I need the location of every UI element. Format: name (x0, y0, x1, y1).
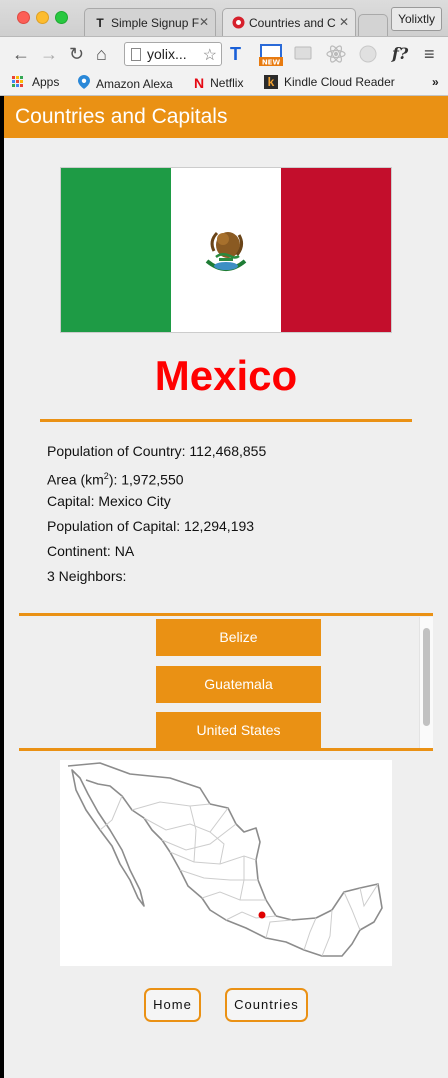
bookmark-apps[interactable]: Apps (12, 75, 59, 89)
forward-arrow-icon[interactable]: → (40, 45, 58, 63)
menu-icon[interactable]: ≡ (424, 44, 435, 64)
sync-extension-icon[interactable] (358, 44, 378, 70)
bookmark-label: Netflix (210, 76, 244, 90)
profile-button[interactable]: Yolixtly (391, 7, 442, 31)
t-extension-icon[interactable]: T (230, 44, 241, 64)
close-icon[interactable]: ✕ (339, 15, 349, 29)
minimize-window-button[interactable] (36, 11, 49, 24)
bookmark-label: Kindle Cloud Reader (284, 75, 395, 89)
kindle-icon: k (264, 75, 278, 89)
country-info: Population of Country: 112,468,855 Area … (47, 441, 266, 591)
tab-countries-and-capitals[interactable]: Countries and C ✕ (222, 8, 356, 36)
app-favicon-icon (231, 16, 245, 30)
bookmark-netflix[interactable]: N Netflix (194, 75, 243, 91)
browser-chrome: T Simple Signup F ✕ Countries and C ✕ Yo… (0, 0, 448, 96)
flag-white-stripe (171, 168, 281, 332)
scrollbar-thumb[interactable] (423, 628, 430, 726)
country-flag (60, 167, 392, 333)
continent-text: Continent: NA (47, 543, 135, 559)
tab-strip: T Simple Signup F ✕ Countries and C ✕ Yo… (0, 0, 448, 36)
folder-extension-icon[interactable] (294, 44, 312, 66)
flag-red-stripe (281, 168, 391, 332)
mexico-map-image (67, 762, 383, 957)
divider (19, 613, 433, 616)
population-text: Population of Country: 112,468,855 (47, 443, 267, 459)
location-pin-icon (78, 75, 90, 92)
netflix-logo-icon: N (194, 75, 205, 91)
close-icon[interactable]: ✕ (199, 15, 209, 29)
neighbor-button-united-states[interactable]: United States (156, 712, 321, 749)
capital-population-text: Population of Capital: 12,294,193 (47, 518, 255, 534)
neighbors-scrollbar[interactable] (419, 617, 433, 750)
back-arrow-icon[interactable]: ← (12, 45, 30, 63)
tab-title: Countries and C (249, 15, 336, 30)
divider (19, 748, 433, 751)
neighbors-list[interactable]: Belize Guatemala United States (19, 617, 433, 750)
country-name: Mexico (154, 352, 298, 399)
countries-button[interactable]: Countries (225, 988, 308, 1022)
tab-simple-signup[interactable]: T Simple Signup F ✕ (84, 8, 216, 36)
apps-grid-icon (12, 76, 24, 88)
react-extension-icon[interactable] (326, 44, 346, 70)
app-title: Countries and Capitals (15, 105, 228, 128)
more-bookmarks-chevron-icon[interactable]: » (432, 75, 439, 89)
tab-title: Simple Signup F (111, 15, 200, 30)
capital-marker-icon (258, 911, 266, 919)
reload-icon[interactable]: ↻ (69, 45, 84, 63)
capital-text: Capital: Mexico City (47, 493, 171, 509)
bookmark-star-icon[interactable]: ☆ (203, 45, 217, 65)
signup-favicon-icon: T (96, 15, 104, 30)
bookmark-label: Apps (32, 75, 60, 89)
close-window-button[interactable] (17, 11, 30, 24)
bookmarks-bar: Apps Amazon Alexa N Netflix k Kindle Clo… (0, 70, 448, 96)
divider (40, 419, 412, 422)
neighbors-count-text: 3 Neighbors: (47, 568, 127, 584)
bookmark-amazon-alexa[interactable]: Amazon Alexa (78, 75, 173, 92)
app-header: Countries and Capitals (4, 96, 448, 138)
country-map (60, 760, 392, 966)
new-tab-button[interactable] (358, 14, 388, 36)
area-text: Area (km2): 1,972,550 (47, 471, 184, 488)
neighbor-button-belize[interactable]: Belize (156, 619, 321, 656)
address-bar[interactable]: yolix... ☆ (124, 42, 222, 66)
flag-green-stripe (61, 168, 171, 332)
coat-of-arms-emblem (205, 231, 247, 271)
home-icon[interactable]: ⌂ (96, 45, 107, 63)
bookmark-kindle-cloud-reader[interactable]: k Kindle Cloud Reader (264, 75, 395, 89)
zoom-window-button[interactable] (55, 11, 68, 24)
bookmark-label: Amazon Alexa (96, 76, 173, 91)
page-icon (131, 47, 141, 61)
new-badge-text: NEW (262, 59, 281, 67)
home-button[interactable]: Home (144, 988, 201, 1022)
formula-extension-icon[interactable]: f? (392, 44, 408, 64)
neighbor-button-guatemala[interactable]: Guatemala (156, 666, 321, 703)
browser-toolbar: ← → ↻ ⌂ yolix... ☆ T NEW f? ≡ (0, 36, 448, 70)
page-content: Countries and Capitals Mexico Population… (4, 96, 448, 1078)
address-text: yolix... (147, 46, 187, 62)
